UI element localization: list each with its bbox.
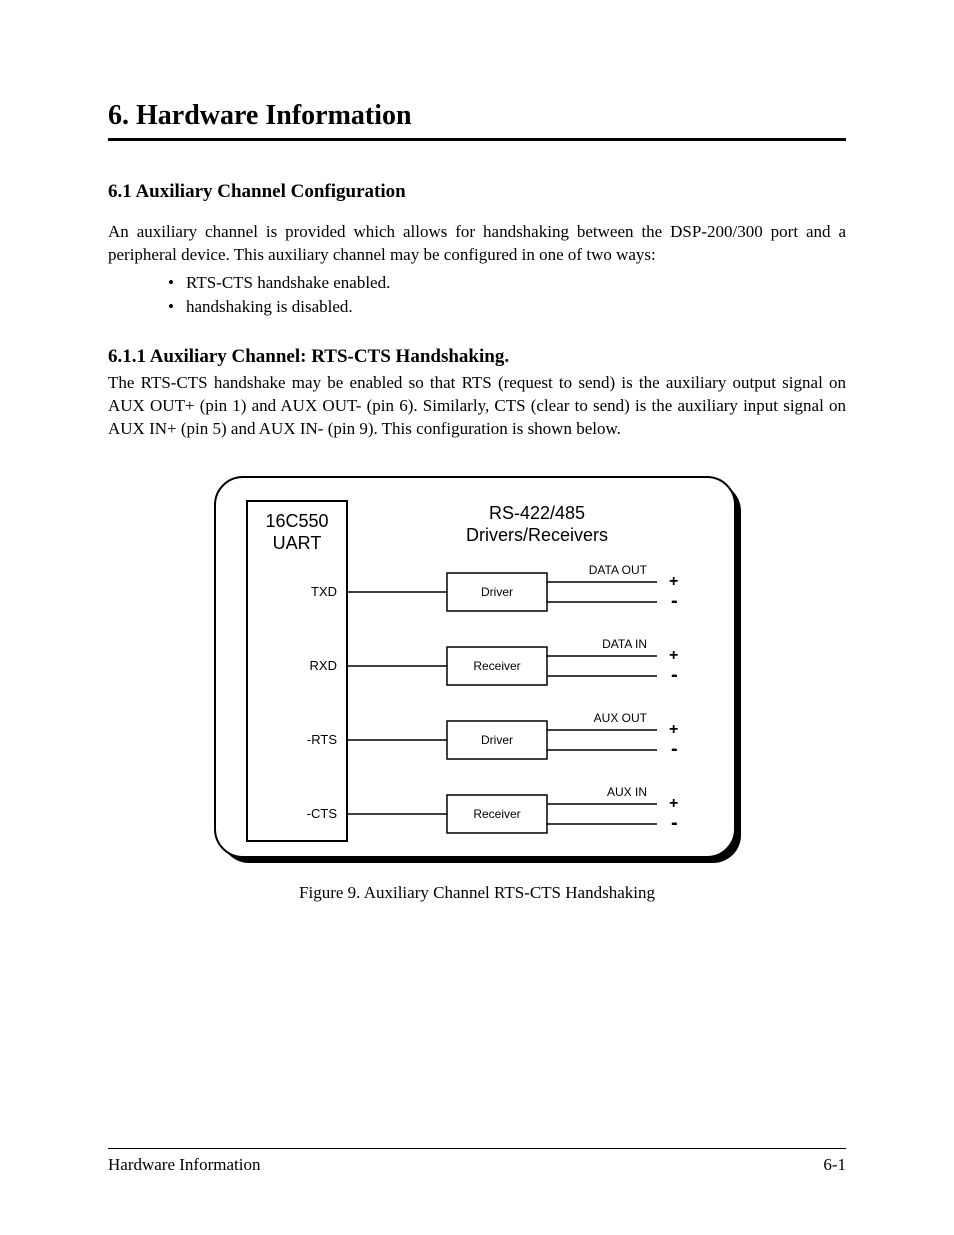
figure: 16C550 UART RS-422/485 Drivers/Receivers…	[108, 469, 846, 903]
box-label: Driver	[481, 585, 513, 599]
list-item: RTS-CTS handshake enabled.	[168, 271, 846, 295]
signal-label: DATA OUT	[589, 563, 648, 577]
subsection-title: 6.1.1 Auxiliary Channel: RTS-CTS Handsha…	[108, 346, 846, 368]
box-label: Driver	[481, 733, 513, 747]
signal-label: DATA IN	[602, 637, 647, 651]
uart-title-1: 16C550	[265, 511, 328, 531]
plus-icon: +	[669, 795, 678, 812]
footer-rule	[108, 1148, 846, 1149]
drivers-title-1: RS-422/485	[489, 503, 585, 523]
box-label: Receiver	[473, 807, 520, 821]
uart-pin-label: -RTS	[307, 732, 337, 747]
signal-label: AUX OUT	[594, 711, 648, 725]
document-page: 6. Hardware Information 6.1 Auxiliary Ch…	[0, 0, 954, 1235]
uart-pin-label: TXD	[311, 584, 337, 599]
page-footer: Hardware Information 6-1	[108, 1148, 846, 1175]
plus-icon: +	[669, 721, 678, 738]
section-title: 6.1 Auxiliary Channel Configuration	[108, 181, 846, 203]
chapter-title: 6. Hardware Information	[108, 100, 846, 132]
footer-left: Hardware Information	[108, 1155, 260, 1175]
minus-icon: -	[671, 738, 678, 760]
subsection-body: The RTS-CTS handshake may be enabled so …	[108, 372, 846, 441]
minus-icon: -	[671, 812, 678, 834]
footer-right: 6-1	[823, 1155, 846, 1175]
chapter-rule	[108, 138, 846, 141]
uart-pin-label: -CTS	[307, 806, 338, 821]
signal-label: AUX IN	[607, 785, 647, 799]
section-body: An auxiliary channel is provided which a…	[108, 221, 846, 267]
plus-icon: +	[669, 647, 678, 664]
figure-caption: Figure 9. Auxiliary Channel RTS-CTS Hand…	[108, 883, 846, 903]
list-item-text: RTS-CTS handshake enabled.	[186, 273, 390, 292]
box-label: Receiver	[473, 659, 520, 673]
list-item-text: handshaking is disabled.	[186, 297, 353, 316]
drivers-title-2: Drivers/Receivers	[466, 525, 608, 545]
plus-icon: +	[669, 573, 678, 590]
uart-title-2: UART	[273, 533, 322, 553]
list-item: handshaking is disabled.	[168, 295, 846, 319]
uart-pin-label: RXD	[310, 658, 337, 673]
diagram-svg: 16C550 UART RS-422/485 Drivers/Receivers…	[207, 469, 747, 869]
bullet-list: RTS-CTS handshake enabled. handshaking i…	[108, 271, 846, 319]
minus-icon: -	[671, 590, 678, 612]
minus-icon: -	[671, 664, 678, 686]
